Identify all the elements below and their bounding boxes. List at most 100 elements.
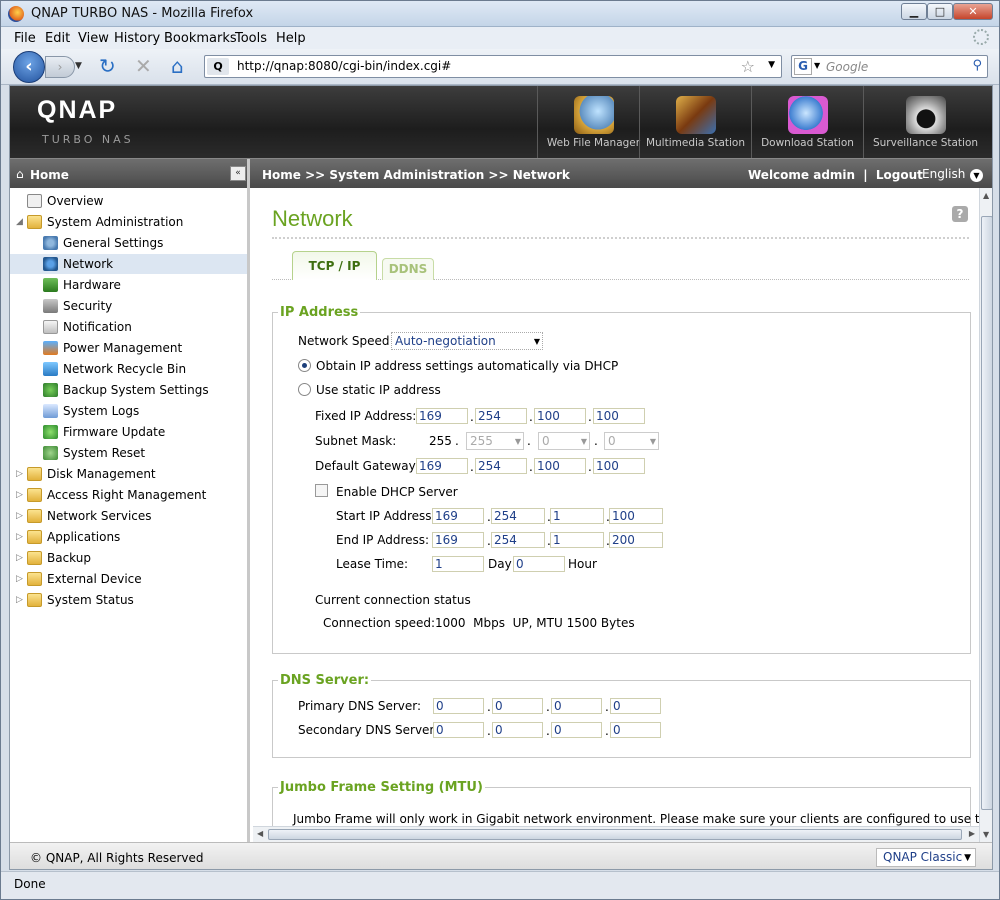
end-ip-octet-2[interactable]: 254: [491, 532, 545, 548]
enable-dhcp-checkbox[interactable]: [315, 484, 328, 497]
static-ip-radio[interactable]: [298, 383, 311, 396]
subnet-octet-3-select[interactable]: 0 ▼: [538, 432, 590, 450]
tree-item-firmware-update[interactable]: Firmware Update: [10, 422, 247, 442]
language-label[interactable]: English: [922, 167, 965, 181]
bookmark-star-icon[interactable]: ☆: [741, 57, 755, 76]
engine-dropdown-icon[interactable]: ▼: [814, 61, 820, 70]
tree-item-power-management[interactable]: Power Management: [10, 338, 247, 358]
start-ip-octet-3[interactable]: 1: [550, 508, 604, 524]
tree-item-system-logs[interactable]: System Logs: [10, 401, 247, 421]
gateway-octet-1[interactable]: 169: [416, 458, 468, 474]
tree-item-network-services[interactable]: ▷ Network Services: [10, 506, 247, 526]
fixed-ip-octet-3[interactable]: 100: [534, 408, 586, 424]
sidebar-home-label[interactable]: Home: [30, 168, 69, 182]
primary-dns-octet-2[interactable]: 0: [492, 698, 543, 714]
secondary-dns-octet-2[interactable]: 0: [492, 722, 543, 738]
download-station-launcher[interactable]: Download Station: [751, 86, 863, 158]
expand-arrow-icon[interactable]: ▷: [16, 527, 23, 547]
url-dropdown-icon[interactable]: ▼: [768, 60, 775, 70]
start-ip-octet-2[interactable]: 254: [491, 508, 545, 524]
primary-dns-octet-3[interactable]: 0: [551, 698, 602, 714]
tab-ddns[interactable]: DDNS: [382, 258, 434, 280]
tree-item-system-reset[interactable]: System Reset: [10, 443, 247, 463]
expand-arrow-icon[interactable]: ▷: [16, 506, 23, 526]
tree-item-access-right-management[interactable]: ▷ Access Right Management: [10, 485, 247, 505]
subnet-octet-2-select[interactable]: 255 ▼: [466, 432, 524, 450]
menu-tools[interactable]: Tools: [235, 31, 267, 46]
search-placeholder[interactable]: Google: [826, 60, 868, 74]
subnet-octet-4-select[interactable]: 0 ▼: [604, 432, 659, 450]
forward-button[interactable]: ›: [45, 56, 75, 78]
logout-link[interactable]: Logout: [876, 168, 923, 182]
gateway-octet-3[interactable]: 100: [534, 458, 586, 474]
tree-item-notification[interactable]: Notification: [10, 317, 247, 337]
reload-icon[interactable]: ↻: [99, 56, 116, 76]
primary-dns-octet-4[interactable]: 0: [610, 698, 661, 714]
scrollbar-thumb[interactable]: [981, 216, 992, 810]
menu-file[interactable]: File: [14, 31, 36, 46]
lease-hour-input[interactable]: 0: [513, 556, 565, 572]
minimize-button[interactable]: ▁: [901, 3, 927, 20]
tab-tcp-ip[interactable]: TCP / IP: [292, 251, 377, 280]
maximize-button[interactable]: □: [927, 3, 953, 20]
tree-item-overview[interactable]: Overview: [10, 191, 247, 211]
tree-item-backup-system-settings[interactable]: Backup System Settings: [10, 380, 247, 400]
tree-item-disk-management[interactable]: ▷ Disk Management: [10, 464, 247, 484]
scroll-right-icon[interactable]: ▶: [969, 829, 975, 838]
tree-item-security[interactable]: Security: [10, 296, 247, 316]
tree-item-system-administration[interactable]: ◢ System Administration: [10, 212, 247, 232]
fixed-ip-octet-2[interactable]: 254: [475, 408, 527, 424]
menu-bookmarks[interactable]: Bookmarks: [164, 31, 237, 46]
home-icon[interactable]: ⌂: [171, 56, 184, 76]
expand-arrow-icon[interactable]: ▷: [16, 548, 23, 568]
google-engine-icon[interactable]: G: [794, 58, 812, 75]
tree-item-network[interactable]: Network: [10, 254, 247, 274]
secondary-dns-octet-1[interactable]: 0: [433, 722, 484, 738]
language-dropdown-icon[interactable]: ▼: [970, 169, 983, 182]
scroll-up-icon[interactable]: ▲: [983, 191, 989, 200]
end-ip-octet-1[interactable]: 169: [432, 532, 484, 548]
secondary-dns-octet-3[interactable]: 0: [551, 722, 602, 738]
site-identity-icon[interactable]: Q: [207, 58, 229, 75]
dhcp-radio[interactable]: [298, 359, 311, 372]
fixed-ip-octet-4[interactable]: 100: [593, 408, 645, 424]
start-ip-octet-1[interactable]: 169: [432, 508, 484, 524]
vertical-scrollbar[interactable]: ▲ ▼: [979, 188, 992, 842]
menu-history[interactable]: History: [114, 31, 160, 46]
tree-item-backup[interactable]: ▷ Backup: [10, 548, 247, 568]
help-icon[interactable]: ?: [952, 206, 968, 222]
collapse-arrow-icon[interactable]: ◢: [16, 212, 23, 232]
tree-item-general-settings[interactable]: General Settings: [10, 233, 247, 253]
web-file-manager-launcher[interactable]: Web File Manager: [537, 86, 649, 158]
menu-view[interactable]: View: [78, 31, 109, 46]
horizontal-scrollbar[interactable]: ◀ ▶: [253, 826, 979, 842]
menu-edit[interactable]: Edit: [45, 31, 70, 46]
back-button[interactable]: ‹: [13, 51, 45, 83]
expand-arrow-icon[interactable]: ▷: [16, 485, 23, 505]
menu-help[interactable]: Help: [276, 31, 306, 46]
tree-item-system-status[interactable]: ▷ System Status: [10, 590, 247, 610]
end-ip-octet-3[interactable]: 1: [550, 532, 604, 548]
primary-dns-octet-1[interactable]: 0: [433, 698, 484, 714]
tree-item-applications[interactable]: ▷ Applications: [10, 527, 247, 547]
network-speed-select[interactable]: Auto-negotiation ▼: [391, 332, 543, 350]
address-bar[interactable]: Q http://qnap:8080/cgi-bin/index.cgi# ☆ …: [204, 55, 782, 78]
end-ip-octet-4[interactable]: 200: [609, 532, 663, 548]
surveillance-station-launcher[interactable]: Surveillance Station: [863, 86, 987, 158]
fixed-ip-octet-1[interactable]: 169: [416, 408, 468, 424]
tree-item-external-device[interactable]: ▷ External Device: [10, 569, 247, 589]
secondary-dns-octet-4[interactable]: 0: [610, 722, 661, 738]
lease-day-input[interactable]: 1: [432, 556, 484, 572]
gateway-octet-4[interactable]: 100: [593, 458, 645, 474]
expand-arrow-icon[interactable]: ▷: [16, 569, 23, 589]
scrollbar-thumb[interactable]: [268, 829, 962, 840]
tree-item-hardware[interactable]: Hardware: [10, 275, 247, 295]
gateway-octet-2[interactable]: 254: [475, 458, 527, 474]
expand-arrow-icon[interactable]: ▷: [16, 464, 23, 484]
stop-icon[interactable]: ✕: [135, 56, 152, 76]
start-ip-octet-4[interactable]: 100: [609, 508, 663, 524]
multimedia-station-launcher[interactable]: Multimedia Station: [639, 86, 751, 158]
search-icon[interactable]: ⚲: [972, 58, 982, 73]
collapse-sidebar-button[interactable]: «: [230, 166, 246, 181]
close-button[interactable]: ✕: [953, 3, 993, 20]
